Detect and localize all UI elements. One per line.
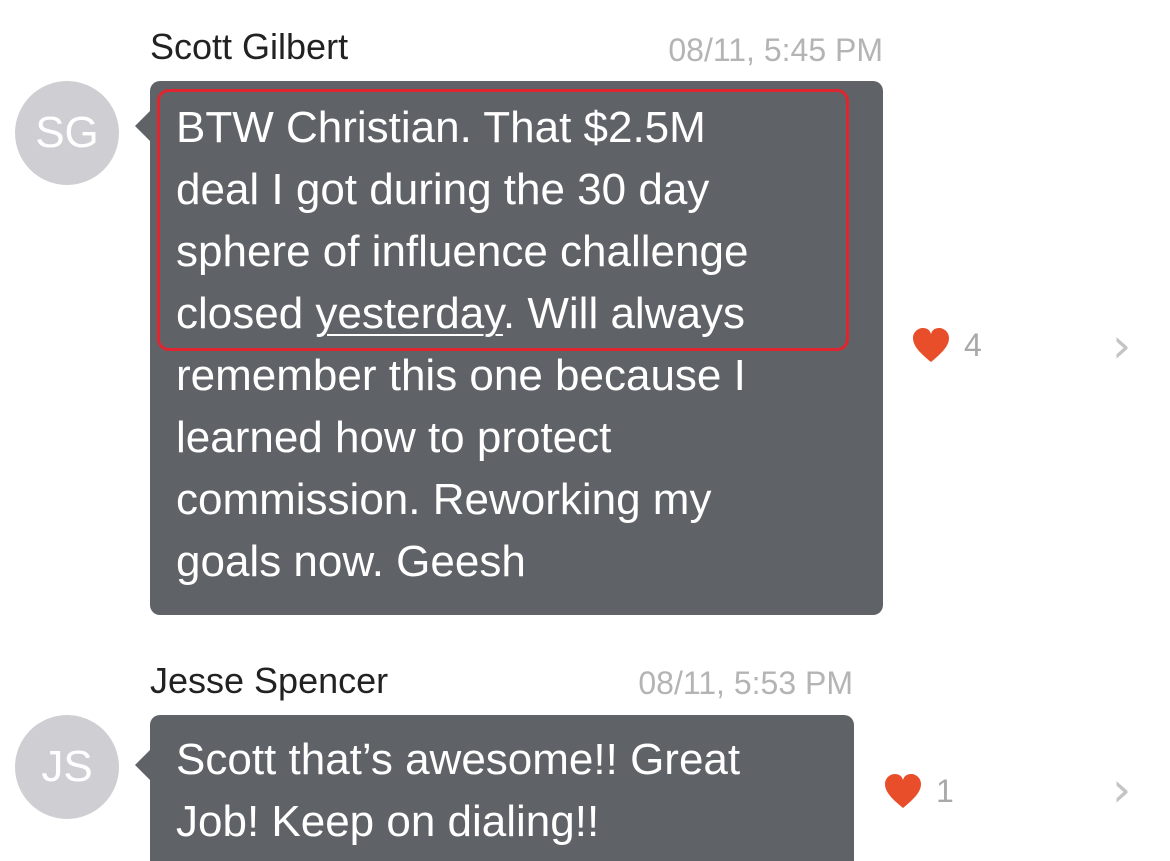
like-reaction[interactable]: 1 (884, 773, 954, 810)
heart-icon (885, 773, 921, 808)
message-timestamp: 08/11, 5:53 PM (638, 665, 853, 701)
message-bubble[interactable]: Scott that’s awesome!! Great Job! Keep o… (135, 715, 854, 861)
message-line-prefix: closed (176, 289, 316, 338)
message-text: BTW Christian. That $2.5M deal I got dur… (176, 97, 857, 593)
heart-icon (913, 327, 949, 362)
message-line: sphere of influence challenge (176, 227, 749, 276)
underlined-word: yesterday (315, 289, 503, 338)
avatar[interactable]: SG (15, 81, 119, 185)
chevron-right-icon[interactable]: › (1112, 762, 1131, 818)
message-line-suffix: . Will always (502, 289, 745, 338)
avatar-initials: JS (41, 742, 93, 791)
avatar-initials: SG (35, 108, 99, 157)
sender-name: Scott Gilbert (150, 26, 349, 67)
sender-name: Jesse Spencer (150, 660, 389, 701)
chevron-right-icon[interactable]: › (1112, 318, 1131, 374)
like-count: 4 (964, 327, 982, 363)
message-bubble[interactable]: BTW Christian. That $2.5M deal I got dur… (135, 81, 883, 615)
message-line: deal I got during the 30 day (176, 165, 710, 214)
like-count: 1 (936, 773, 954, 809)
like-reaction[interactable]: 4 (912, 327, 982, 364)
message-thread: Scott Gilbert 08/11, 5:45 PM SG BTW Chri… (0, 0, 1170, 861)
message-line: BTW Christian. That $2.5M (176, 103, 706, 152)
message-timestamp: 08/11, 5:45 PM (668, 32, 883, 68)
message-text-rest: remember this one because I learned how … (176, 351, 746, 586)
message-text: Scott that’s awesome!! Great Job! Keep o… (176, 735, 741, 846)
avatar[interactable]: JS (15, 715, 119, 819)
